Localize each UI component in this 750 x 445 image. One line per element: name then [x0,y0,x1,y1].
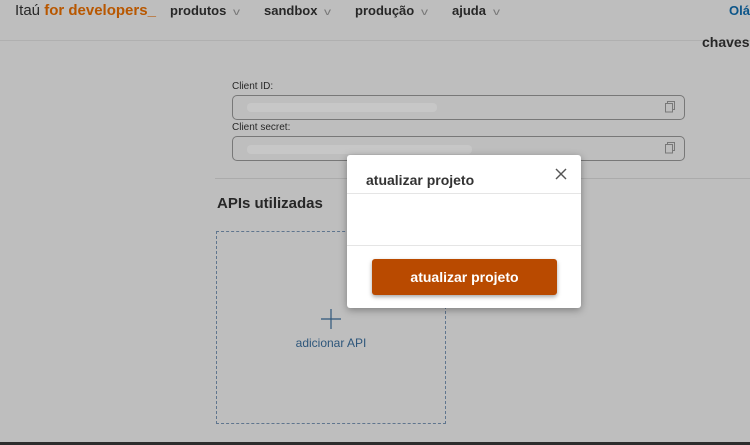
modal-footer-divider [347,245,581,246]
modal-header-divider [347,193,581,194]
update-project-modal: atualizar projeto atualizar projeto [347,155,581,308]
update-project-button[interactable]: atualizar projeto [372,259,557,295]
close-icon[interactable] [555,168,567,180]
modal-title: atualizar projeto [366,172,475,188]
